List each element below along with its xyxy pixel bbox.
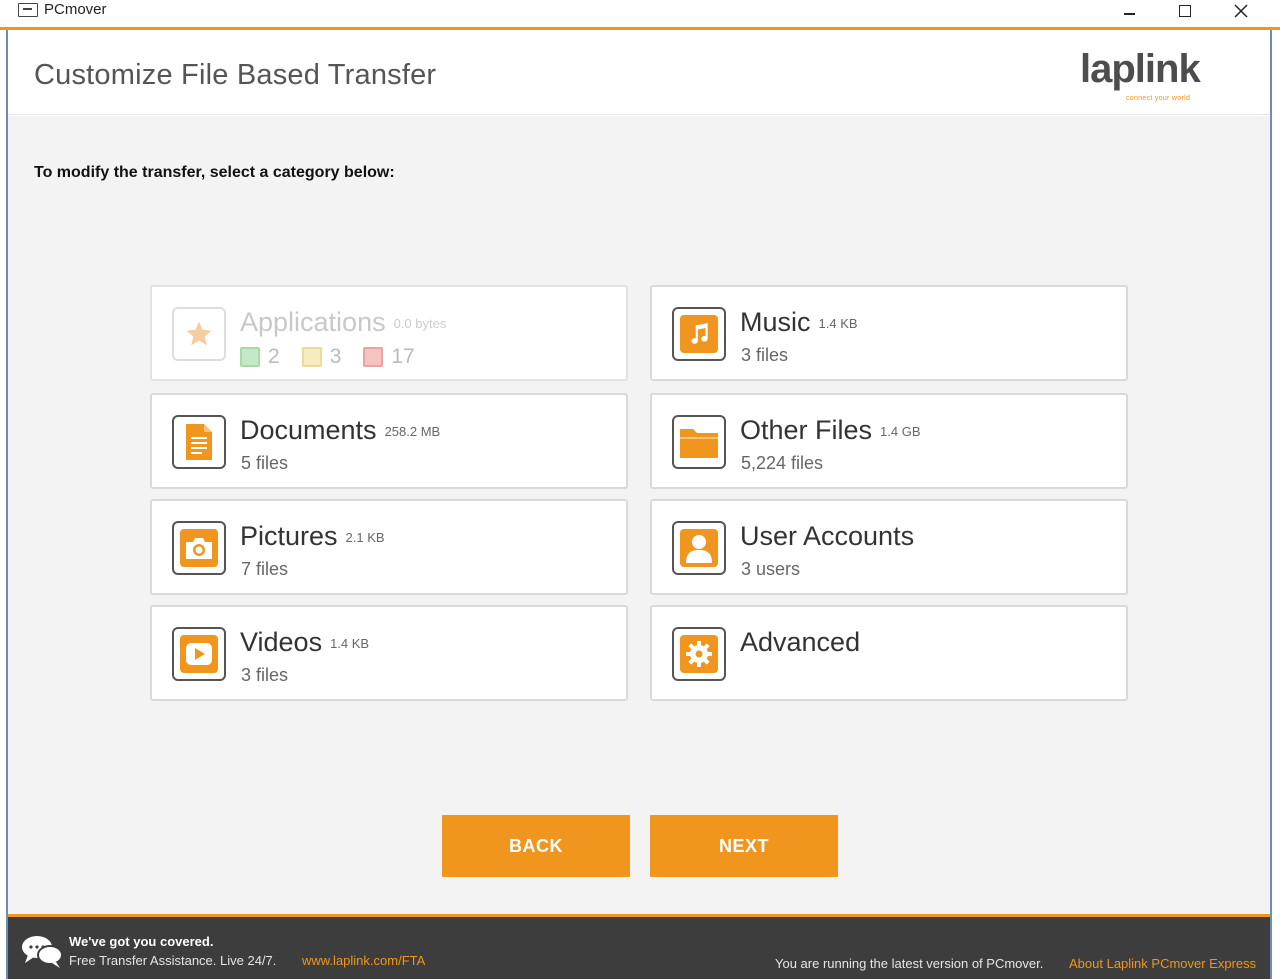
category-size: 258.2 MB bbox=[384, 424, 441, 440]
category-detail: 5 files bbox=[241, 453, 289, 473]
next-button[interactable]: NEXT bbox=[650, 815, 838, 877]
title-bar: PCmover bbox=[0, 0, 1280, 30]
page-header: Customize File Based Transfer laplink co… bbox=[8, 33, 1270, 115]
category-videos[interactable]: Videos 1.4 KB 3 files bbox=[150, 605, 628, 701]
category-size: 1.4 KB bbox=[818, 316, 858, 332]
category-pictures[interactable]: Pictures 2.1 KB 7 files bbox=[150, 499, 628, 595]
window-title: PCmover bbox=[44, 1, 107, 18]
chat-bubbles-icon bbox=[22, 936, 63, 968]
folder-icon bbox=[680, 429, 718, 458]
yellow-count: 3 bbox=[329, 345, 342, 368]
category-music[interactable]: Music 1.4 KB 3 files bbox=[650, 285, 1128, 381]
category-name: Other Files 1.4 GB bbox=[740, 415, 921, 445]
category-detail: 3 users bbox=[741, 559, 801, 579]
yellow-status-square bbox=[301, 347, 322, 367]
category-user-accounts[interactable]: User Accounts 3 users bbox=[650, 499, 1128, 595]
category-detail: 7 files bbox=[241, 559, 289, 579]
about-link[interactable]: About Laplink PCmover Express bbox=[1069, 956, 1256, 971]
minimize-button[interactable] bbox=[1106, 0, 1152, 22]
maximize-button[interactable] bbox=[1162, 0, 1208, 22]
category-name: Videos 1.4 KB bbox=[240, 627, 370, 657]
footer-title: We've got you covered. bbox=[69, 934, 214, 949]
category-name: Advanced bbox=[740, 627, 861, 657]
category-name: Applications 0.0 bytes bbox=[240, 307, 447, 337]
category-name: Pictures 2.1 KB bbox=[240, 521, 385, 551]
pictures-icon-frame bbox=[172, 521, 226, 575]
logo-tagline: connect your world bbox=[1126, 95, 1191, 102]
category-advanced[interactable]: Advanced bbox=[650, 605, 1128, 701]
footer-assistance-text: Free Transfer Assistance. Live 24/7. bbox=[69, 953, 277, 968]
close-icon bbox=[1234, 4, 1248, 18]
music-icon-frame bbox=[672, 307, 726, 361]
other-files-icon-frame bbox=[672, 415, 726, 469]
window-border-right bbox=[1270, 30, 1272, 979]
category-detail: 3 files bbox=[241, 665, 289, 685]
laplink-logo: laplink connect your world bbox=[1080, 47, 1220, 109]
category-name: Documents 258.2 MB bbox=[240, 415, 441, 445]
category-name: User Accounts bbox=[740, 521, 915, 551]
advanced-icon-frame bbox=[672, 627, 726, 681]
applications-stats: 2 3 17 bbox=[240, 345, 437, 369]
category-detail: 5,224 files bbox=[741, 453, 824, 473]
pcmover-window: PCmover Customize File Based Transfer la… bbox=[0, 0, 1280, 979]
category-name: Music 1.4 KB bbox=[740, 307, 858, 337]
gear-icon bbox=[686, 641, 712, 667]
play-icon bbox=[186, 643, 212, 665]
document-icon bbox=[186, 424, 212, 460]
red-status-square bbox=[363, 347, 384, 367]
user-accounts-icon-frame bbox=[672, 521, 726, 575]
category-applications[interactable]: Applications 0.0 bytes 2 3 17 bbox=[150, 285, 628, 381]
category-size: 2.1 KB bbox=[345, 530, 385, 546]
logo-text: laplink bbox=[1080, 47, 1201, 91]
category-size: 0.0 bytes bbox=[393, 316, 447, 332]
documents-icon-frame bbox=[172, 415, 226, 469]
category-documents[interactable]: Documents 258.2 MB 5 files bbox=[150, 393, 628, 489]
green-status-square bbox=[240, 347, 260, 367]
music-note-icon bbox=[691, 323, 708, 344]
star-icon bbox=[186, 321, 212, 346]
maximize-icon bbox=[1179, 5, 1191, 17]
red-count: 17 bbox=[391, 345, 415, 368]
videos-icon-frame bbox=[172, 627, 226, 681]
instruction-text: To modify the transfer, select a categor… bbox=[34, 164, 395, 181]
applications-icon-frame bbox=[172, 307, 226, 361]
footer-bar: We've got you covered. Free Transfer Ass… bbox=[8, 914, 1270, 979]
category-size: 1.4 GB bbox=[880, 424, 921, 440]
pcmover-app-icon bbox=[18, 3, 38, 17]
version-status-text: You are running the latest version of PC… bbox=[775, 956, 1044, 971]
page-title: Customize File Based Transfer bbox=[34, 59, 437, 91]
category-size: 1.4 KB bbox=[330, 636, 370, 652]
close-button[interactable] bbox=[1218, 0, 1264, 22]
category-detail: 3 files bbox=[741, 345, 789, 365]
green-count: 2 bbox=[268, 345, 280, 368]
fta-link[interactable]: www.laplink.com/FTA bbox=[302, 953, 425, 968]
back-button[interactable]: BACK bbox=[442, 815, 630, 877]
minimize-icon bbox=[1123, 13, 1135, 15]
camera-icon bbox=[186, 538, 212, 559]
category-other-files[interactable]: Other Files 1.4 GB 5,224 files bbox=[650, 393, 1128, 489]
user-icon bbox=[686, 535, 712, 563]
